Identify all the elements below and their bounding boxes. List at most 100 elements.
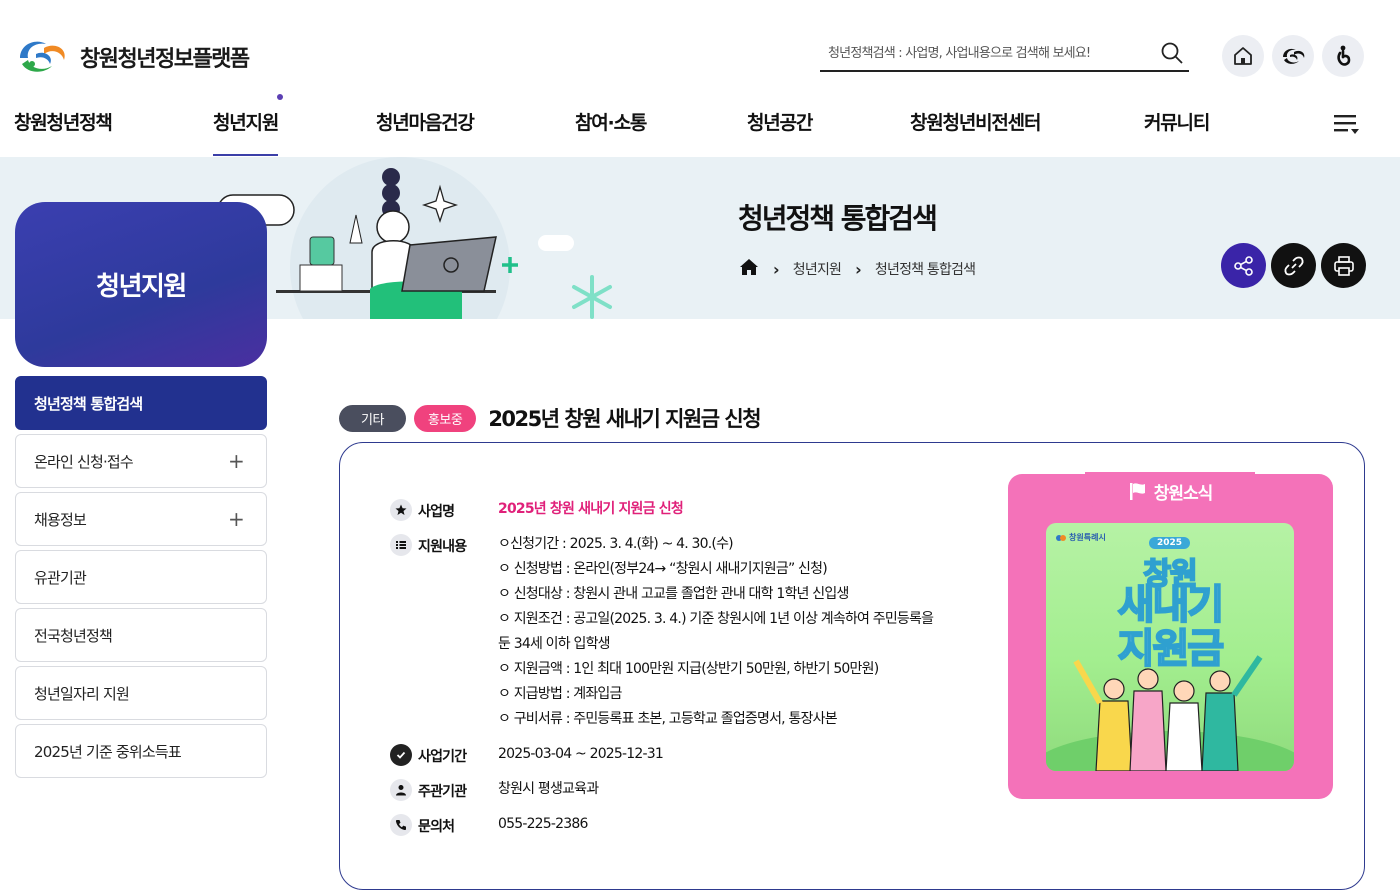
accessibility-icon [1337, 45, 1351, 66]
post-title: 2025년 창원 새내기 지원금 신청 [488, 407, 761, 431]
poster-year: 2025 [1149, 537, 1191, 549]
sidebar-item-related-agencies[interactable]: 유관기관 [15, 550, 267, 604]
changwon-logo-icon [1056, 534, 1066, 541]
content-line: ㅇ 신청대상 : 창원시 관내 고교를 졸업한 관내 대학 1학년 신입생 [498, 586, 849, 602]
promo-badge-label: 창원소식 [1153, 483, 1214, 504]
info-row-period: 사업기간 2025-03-04 ~ 2025-12-31 [390, 744, 970, 767]
site-header: 창원청년정보플랫폼 청년정책검색: 사업명, 사업내용으로 검색해 보세요! … [0, 0, 1400, 157]
info-label: 사업기간 [418, 749, 467, 765]
info-label: 지원내용 [418, 539, 467, 555]
search-bar [820, 36, 1189, 72]
policy-content: ㅇ신청기간 : 2025. 3. 4.(화) ~ 4. 30.(수) ㅇ 신청방… [498, 532, 970, 732]
gnb-item-mental-health[interactable]: 청년마음건강 [376, 108, 475, 156]
home-icon [740, 259, 758, 275]
content-line: ㅇ 신청방법 : 온라인(정부24→ “창원시 새내기지원금” 신청) [498, 561, 828, 577]
home-button[interactable] [1222, 35, 1264, 77]
poster-students-illustration [1046, 655, 1294, 771]
sidebar-title-box: 청년지원 [15, 202, 267, 367]
poster-city: 창원특례시 [1056, 532, 1106, 543]
gnb-item-youth-support[interactable]: 청년지원 [213, 108, 279, 156]
all-menu-button[interactable] [1332, 110, 1360, 138]
breadcrumb: › 청년지원 › 청년정책 통합검색 [739, 258, 976, 280]
category-badge: 기타 [339, 404, 406, 432]
post-header: 기타 홍보중 2025년 창원 새내기 지원금 신청 [339, 403, 762, 433]
poster-title-line2-text: 새내기 [1117, 582, 1225, 628]
info-label: 문의처 [418, 819, 455, 835]
star-icon [390, 499, 412, 521]
breadcrumb-item[interactable]: 청년지원 [793, 259, 842, 279]
search-icon [1161, 42, 1183, 64]
accessibility-button[interactable] [1322, 35, 1364, 77]
sidebar-item-youth-jobs[interactable]: 청년일자리 지원 [15, 666, 267, 720]
sidebar-item-label: 채용정보 [34, 510, 87, 529]
content-line: ㅇ 지원조건 : 공고일(2025. 3. 4.) 기준 창원시에 1년 이상 … [498, 611, 934, 627]
sidebar-item-integrated-search[interactable]: 청년정책 통합검색 [15, 376, 267, 430]
sidebar-item-median-income[interactable]: 2025년 기준 중위소득표 [15, 724, 267, 778]
person-icon [390, 779, 412, 801]
sidebar-item-label: 온라인 신청·접수 [34, 452, 134, 471]
site-logo[interactable]: 창원청년정보플랫폼 [14, 34, 250, 80]
plus-icon[interactable]: + [228, 449, 245, 473]
changwon-city-icon [1283, 48, 1305, 64]
chevron-right-icon: › [855, 259, 862, 279]
site-name: 창원청년정보플랫폼 [80, 47, 250, 72]
print-button[interactable] [1321, 243, 1366, 288]
info-row-content: 지원내용 ㅇ신청기간 : 2025. 3. 4.(화) ~ 4. 30.(수) … [390, 534, 970, 732]
search-input[interactable] [820, 45, 1155, 61]
policy-organization: 창원시 평생교육과 [498, 781, 599, 797]
chevron-right-icon: › [773, 259, 780, 279]
promo-frame: 창원소식 창원특례시 2025 창원 새내기 지원금 [1008, 472, 1333, 799]
top-utility-icons [1222, 35, 1364, 77]
sidebar-item-label: 청년일자리 지원 [34, 684, 130, 703]
content-line: ㅇ 구비서류 : 주민등록표 초본, 고등학교 졸업증명서, 통장사본 [498, 711, 838, 727]
gnb-item-participation[interactable]: 참여·소통 [575, 108, 647, 156]
content-line: ㅇ신청기간 : 2025. 3. 4.(화) ~ 4. 30.(수) [498, 536, 734, 552]
promo-badge: 창원소식 [1085, 472, 1255, 510]
gnb-item-changwon-youth-policy[interactable]: 창원청년정책 [14, 108, 113, 156]
policy-period: 2025-03-04 ~ 2025-12-31 [498, 746, 664, 762]
policy-detail-card: 사업명 2025년 창원 새내기 지원금 신청 지원내용 ㅇ신청기간 : 202… [339, 442, 1365, 890]
hamburger-menu-icon [1334, 115, 1359, 134]
sidebar-menu: 청년정책 통합검색 온라인 신청·접수 + 채용정보 + 유관기관 전국청년정책… [15, 376, 267, 782]
flag-icon [1129, 483, 1145, 500]
content-line: ㅇ 지급방법 : 계좌입금 [498, 686, 622, 702]
list-icon [390, 534, 412, 556]
share-icon [1233, 255, 1253, 276]
gnb-item-vision-center[interactable]: 창원청년비전센터 [910, 108, 1041, 156]
info-row-contact: 문의처 055-225-2386 [390, 814, 970, 837]
breadcrumb-home[interactable] [739, 258, 759, 280]
sidebar-item-label: 유관기관 [34, 568, 87, 587]
changwon-logo-icon [20, 41, 65, 72]
plus-icon[interactable]: + [228, 507, 245, 531]
print-icon [1333, 255, 1354, 276]
city-site-button[interactable] [1272, 35, 1314, 77]
breadcrumb-item-current[interactable]: 청년정책 통합검색 [875, 259, 976, 279]
policy-name: 2025년 창원 새내기 지원금 신청 [498, 501, 684, 517]
page-title: 청년정책 통합검색 [738, 202, 938, 235]
sidebar-title: 청년지원 [96, 272, 187, 302]
content-line: ㅇ 지원금액 : 1인 최대 100만원 지급(상반기 50만원, 하반기 50… [498, 661, 879, 677]
content-line: 둔 34세 이하 입학생 [498, 636, 611, 652]
info-row-organization: 주관기관 창원시 평생교육과 [390, 779, 970, 802]
sidebar-item-label: 청년정책 통합검색 [34, 394, 143, 413]
sidebar-item-label: 2025년 기준 중위소득표 [34, 742, 182, 761]
info-label: 주관기관 [418, 784, 467, 800]
phone-icon [390, 814, 412, 836]
promo-poster-image[interactable]: 창원특례시 2025 창원 새내기 지원금 [1046, 523, 1294, 771]
sidebar-item-label: 전국청년정책 [34, 626, 113, 645]
copy-link-button[interactable] [1271, 243, 1316, 288]
gnb-item-community[interactable]: 커뮤니티 [1144, 108, 1210, 156]
gnb-item-youth-space[interactable]: 청년공간 [747, 108, 813, 156]
share-button[interactable] [1221, 243, 1266, 288]
info-row-name: 사업명 2025년 창원 새내기 지원금 신청 [390, 499, 970, 522]
info-label: 사업명 [418, 504, 455, 520]
policy-info: 사업명 2025년 창원 새내기 지원금 신청 지원내용 ㅇ신청기간 : 202… [390, 499, 970, 849]
home-icon [1234, 47, 1252, 65]
sidebar-item-national-policy[interactable]: 전국청년정책 [15, 608, 267, 662]
sidebar-item-job-info[interactable]: 채용정보 + [15, 492, 267, 546]
check-circle-icon [390, 744, 412, 766]
page-utility-buttons [1221, 243, 1366, 288]
sidebar-item-online-application[interactable]: 온라인 신청·접수 + [15, 434, 267, 488]
link-icon [1283, 256, 1304, 275]
search-button[interactable] [1155, 36, 1189, 70]
